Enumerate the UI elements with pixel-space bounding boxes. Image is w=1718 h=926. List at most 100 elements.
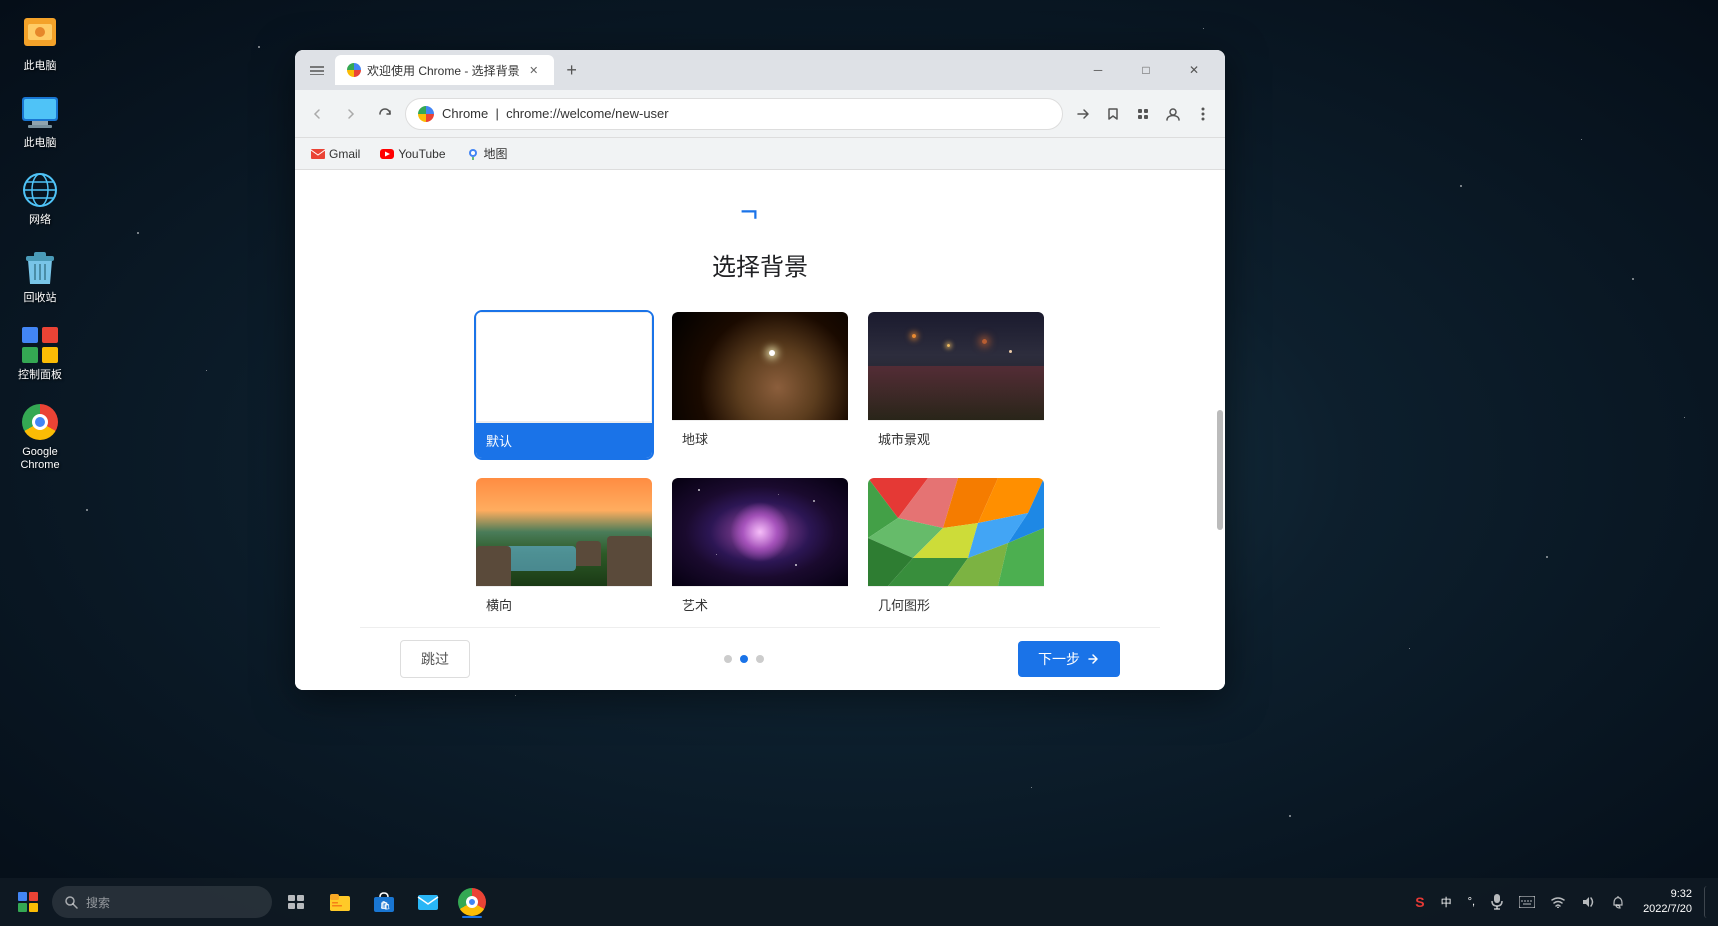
mail-icon	[417, 891, 439, 913]
minimize-button[interactable]: ─	[1075, 54, 1121, 86]
svg-text:🛍: 🛍	[380, 900, 390, 910]
network-icon	[20, 170, 60, 210]
taskbar-app-file-explorer[interactable]	[320, 882, 360, 922]
bookmark-maps[interactable]: 地图	[458, 141, 516, 166]
svg-text:¬: ¬	[740, 193, 758, 229]
taskbar-search[interactable]: 搜索	[52, 886, 272, 918]
gmail-label: Gmail	[329, 147, 360, 161]
new-tab-button[interactable]: +	[558, 56, 586, 84]
reload-button[interactable]	[371, 100, 399, 128]
store-icon: 🛍	[373, 891, 395, 913]
maps-label: 地图	[484, 145, 508, 162]
file-explorer-icon	[329, 891, 351, 913]
youtube-label: YouTube	[398, 147, 445, 161]
bg-card-landscape[interactable]: 横向	[474, 476, 654, 624]
desktop-icon-my-computer[interactable]: 此电脑	[5, 87, 75, 156]
input-method-label: 中	[1441, 894, 1452, 910]
control-panel-icon	[20, 325, 60, 365]
windows-icon	[18, 892, 38, 912]
dot-2[interactable]	[740, 655, 748, 663]
address-bar-actions	[1069, 100, 1217, 128]
art-card-label: 艺术	[672, 586, 848, 622]
punctuation-mode[interactable]: °,	[1462, 892, 1481, 912]
system-clock[interactable]: 9:32 2022/7/20	[1635, 883, 1700, 922]
landscape-rock-1	[476, 546, 511, 586]
start-button[interactable]	[8, 882, 48, 922]
profile-button[interactable]	[1159, 100, 1187, 128]
taskbar-search-placeholder: 搜索	[86, 894, 110, 911]
menu-button[interactable]	[1189, 100, 1217, 128]
taskbar-app-store[interactable]: 🛍	[364, 882, 404, 922]
desktop-icon-recycle[interactable]: 回收站	[5, 242, 75, 311]
desktop-icon-network[interactable]: 网络	[5, 164, 75, 233]
input-method[interactable]: 中	[1435, 890, 1458, 914]
next-button-label: 下一步	[1038, 649, 1080, 669]
next-button[interactable]: 下一步	[1018, 641, 1120, 677]
tab-favicon	[347, 63, 361, 77]
scrollbar-thumb[interactable]	[1217, 410, 1223, 530]
tab-title: 欢迎使用 Chrome - 选择背景	[367, 62, 520, 79]
bookmarks-bar: Gmail YouTube 地图	[295, 138, 1225, 170]
title-bar: 欢迎使用 Chrome - 选择背景 ✕ + ─ □ ✕	[295, 50, 1225, 90]
dot-1	[724, 655, 732, 663]
tab-list-button[interactable]	[303, 56, 331, 84]
city-light-3	[982, 339, 987, 344]
geometric-svg	[868, 478, 1044, 586]
task-view-button[interactable]	[276, 882, 316, 922]
show-desktop-button[interactable]	[1704, 886, 1710, 918]
tab-area: 欢迎使用 Chrome - 选择背景 ✕ +	[335, 55, 1071, 85]
my-computer-label: 此电脑	[24, 137, 57, 150]
close-button[interactable]: ✕	[1171, 54, 1217, 86]
taskbar-app-chrome[interactable]	[452, 882, 492, 922]
mic-button[interactable]	[1485, 890, 1509, 914]
galaxy-star-4	[795, 564, 797, 566]
bg-card-art[interactable]: 艺术	[670, 476, 850, 624]
city-card-label: 城市景观	[868, 420, 1044, 456]
url-text: chrome://welcome/new-user	[506, 106, 669, 121]
city-reflection	[868, 366, 1044, 420]
dot-3	[756, 655, 764, 663]
chrome-window: 欢迎使用 Chrome - 选择背景 ✕ + ─ □ ✕ Chrome | ch	[295, 50, 1225, 690]
bg-card-geometric[interactable]: 几何图形	[866, 476, 1046, 624]
skip-button[interactable]: 跳过	[400, 640, 470, 678]
chrome-desktop-label: GoogleChrome	[20, 446, 59, 472]
network-icon	[1551, 896, 1565, 908]
address-bar[interactable]: Chrome | chrome://welcome/new-user	[405, 98, 1063, 130]
keyboard-button[interactable]	[1513, 892, 1541, 912]
page-title: 选择背景	[712, 247, 808, 282]
forward-button[interactable]	[337, 100, 365, 128]
taskbar-app-mail[interactable]	[408, 882, 448, 922]
notifications-button[interactable]	[1605, 891, 1631, 913]
volume-control[interactable]	[1575, 892, 1601, 912]
desktop-icon-admin[interactable]: 此电脑	[5, 10, 75, 79]
city-light-4	[1009, 350, 1012, 353]
extensions-button[interactable]	[1129, 100, 1157, 128]
geometric-image	[868, 478, 1044, 586]
notifications-icon	[1611, 895, 1625, 909]
gmail-favicon	[311, 147, 325, 161]
systray: S 中 °,	[1409, 890, 1601, 914]
ime-indicator[interactable]: S	[1409, 890, 1430, 914]
network-status[interactable]	[1545, 892, 1571, 912]
bookmark-youtube[interactable]: YouTube	[372, 143, 453, 165]
address-text: Chrome | chrome://welcome/new-user	[442, 106, 1050, 121]
desktop-icon-chrome[interactable]: GoogleChrome	[5, 396, 75, 478]
share-button[interactable]	[1069, 100, 1097, 128]
galaxy-core	[730, 502, 790, 562]
bg-card-city[interactable]: 城市景观	[866, 310, 1046, 460]
maximize-button[interactable]: □	[1123, 54, 1169, 86]
bookmark-button[interactable]	[1099, 100, 1127, 128]
bg-card-earth[interactable]: 地球	[670, 310, 850, 460]
bg-card-default[interactable]: 默认	[474, 310, 654, 460]
tab-close-button[interactable]: ✕	[526, 62, 542, 78]
maps-favicon	[466, 147, 480, 161]
chrome-active-indicator	[462, 916, 482, 918]
active-tab[interactable]: 欢迎使用 Chrome - 选择背景 ✕	[335, 55, 554, 85]
scrollbar[interactable]	[1217, 290, 1223, 690]
desktop-icon-control-panel[interactable]: 控制面板	[5, 319, 75, 388]
earth-star	[769, 350, 775, 356]
chrome-logo-area: ¬	[730, 190, 790, 235]
back-button[interactable]	[303, 100, 331, 128]
bookmark-gmail[interactable]: Gmail	[303, 143, 368, 165]
task-view-icon	[288, 895, 304, 909]
